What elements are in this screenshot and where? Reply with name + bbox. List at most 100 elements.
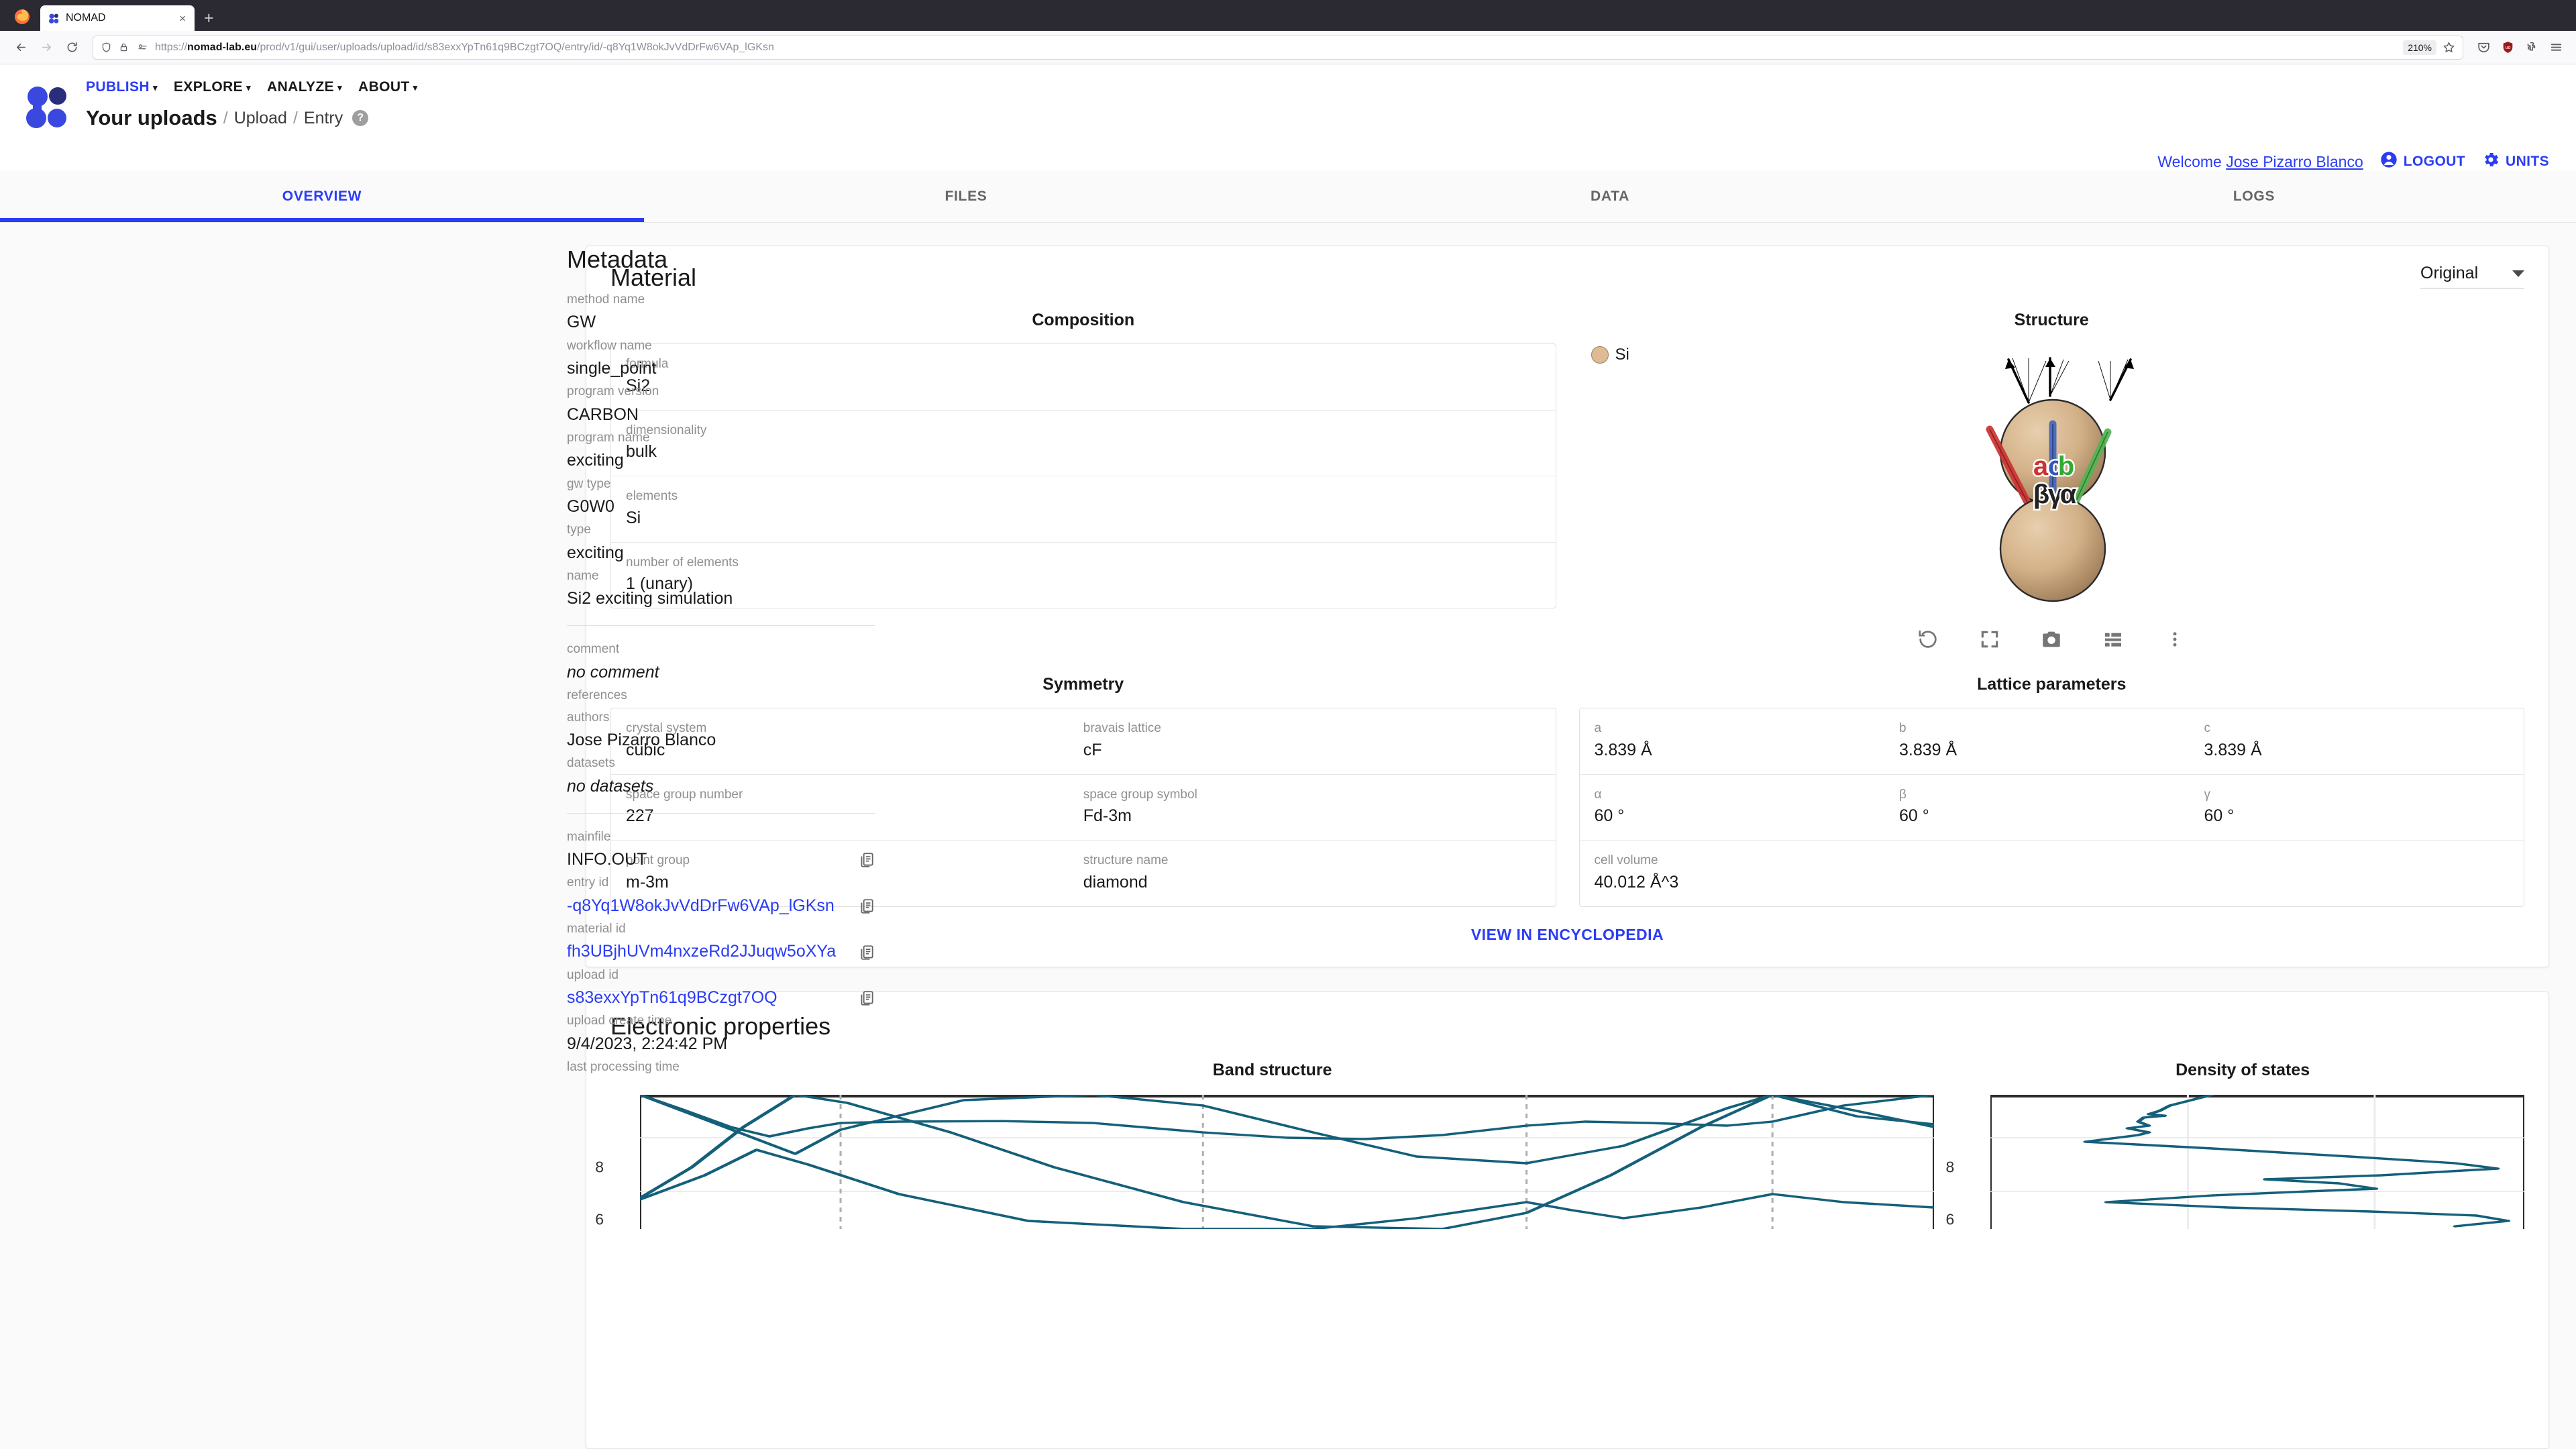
main-column: Material Original Composition formula Si… xyxy=(586,246,2549,1449)
copy-icon[interactable] xyxy=(858,851,875,869)
nav-item-about[interactable]: ABOUT ▾ xyxy=(358,79,418,95)
extensions-icon[interactable] xyxy=(2521,37,2542,58)
field-label: gw type xyxy=(567,476,611,491)
material-card: Material Original Composition formula Si… xyxy=(586,246,2549,967)
permissions-icon[interactable] xyxy=(137,42,149,54)
tab-strip: NOMAD × + xyxy=(0,0,2576,31)
fullscreen-icon[interactable] xyxy=(1977,627,2002,652)
shield-icon[interactable] xyxy=(101,42,113,54)
structure-view-select[interactable]: Original xyxy=(2420,264,2524,288)
cell-value: 3.839 Å xyxy=(1594,740,1652,759)
ublock-origin-icon[interactable]: uo xyxy=(2497,37,2518,58)
table-cell: β 60 ° xyxy=(1899,786,2204,828)
metadata-field: upload id s83exxYpTn61q9BCzgt7OQ xyxy=(567,965,875,1010)
list-icon[interactable] xyxy=(2100,627,2126,652)
tab-files[interactable]: FILES xyxy=(644,170,1288,222)
breadcrumb-item-upload[interactable]: Upload xyxy=(234,109,287,128)
cell-value: 3.839 Å xyxy=(2204,740,2262,759)
tab-logs[interactable]: LOGS xyxy=(1932,170,2576,222)
field-value: exciting xyxy=(567,451,624,470)
help-icon[interactable]: ? xyxy=(352,110,369,126)
y-tick-label: 6 xyxy=(1945,1210,1955,1228)
field-value[interactable]: -q8Yq1W8okJvVdDrFw6VAp_lGKsn xyxy=(567,894,835,918)
field-label: mainfile xyxy=(567,829,611,844)
chevron-down-icon: ▾ xyxy=(413,82,418,93)
close-icon[interactable]: × xyxy=(176,13,189,24)
electronic-properties-card: Electronic properties Band structure 8 6… xyxy=(586,991,2549,1449)
nav-item-publish[interactable]: PUBLISH ▾ xyxy=(86,79,158,95)
browser-tab[interactable]: NOMAD × xyxy=(40,5,195,31)
table-cell: bravais lattice cF xyxy=(1083,719,1541,762)
structure-viewer-toolbar xyxy=(1579,627,2525,652)
logout-button[interactable]: LOGOUT xyxy=(2379,150,2465,173)
entry-tabs: OVERVIEW FILES DATA LOGS xyxy=(0,170,2576,223)
nav-item-explore[interactable]: EXPLORE ▾ xyxy=(174,79,251,95)
view-in-encyclopedia-link[interactable]: VIEW IN ENCYCLOPEDIA xyxy=(1471,926,1664,944)
field-value[interactable]: fh3UBjhUVm4nxzeRd2JJuqw5oXYa xyxy=(567,939,836,963)
structure-panel: Structure Si a c b β γ α xyxy=(1579,311,2525,652)
app-menu-icon[interactable] xyxy=(2545,37,2567,58)
reset-icon[interactable] xyxy=(1915,627,1941,652)
tab-data[interactable]: DATA xyxy=(1288,170,1932,222)
user-name-link[interactable]: Jose Pizarro Blanco xyxy=(2226,153,2363,170)
band-structure-plot[interactable]: Band structure 8 6 xyxy=(595,1061,1935,1229)
copy-icon[interactable] xyxy=(858,989,875,1007)
metadata-field: type exciting xyxy=(567,520,875,565)
back-button[interactable] xyxy=(9,36,32,59)
app-header: PUBLISH ▾ EXPLORE ▾ ANALYZE ▾ ABOUT ▾ Yo… xyxy=(0,64,2576,170)
url-bar[interactable]: https://nomad-lab.eu/prod/v1/gui/user/up… xyxy=(93,35,2463,60)
table-row: a 3.839 Å b 3.839 Å c 3.839 Å xyxy=(1579,708,2524,775)
reload-button[interactable] xyxy=(60,36,83,59)
copy-icon[interactable] xyxy=(858,898,875,915)
tab-overview[interactable]: OVERVIEW xyxy=(0,170,644,222)
structure-viewer-canvas[interactable]: a c b β γ α xyxy=(1579,343,2525,625)
metadata-field: gw type G0W0 xyxy=(567,474,875,519)
cell-label: cell volume xyxy=(1594,853,1658,867)
new-tab-button[interactable]: + xyxy=(204,10,214,27)
structure-view-value: Original xyxy=(2420,264,2479,282)
more-vert-icon[interactable] xyxy=(2162,627,2188,652)
lock-icon[interactable] xyxy=(119,42,131,54)
lattice-panel: Lattice parameters a 3.839 Å b 3.839 Å c… xyxy=(1578,675,2524,907)
save-to-pocket-icon[interactable] xyxy=(2473,37,2494,58)
cell-value: diamond xyxy=(1083,872,1148,892)
field-label: datasets xyxy=(567,756,615,771)
field-value: no comment xyxy=(567,662,659,682)
page-title: Your uploads xyxy=(86,106,217,129)
table-cell: a 3.839 Å xyxy=(1595,719,1900,762)
url-text[interactable]: https://nomad-lab.eu/prod/v1/gui/user/up… xyxy=(155,42,2397,54)
units-button[interactable]: UNITS xyxy=(2481,150,2549,173)
structure-title: Structure xyxy=(2014,311,2089,329)
field-value: Si2 exciting simulation xyxy=(567,589,733,608)
nav-item-analyze[interactable]: ANALYZE ▾ xyxy=(267,79,342,95)
band-plot-area xyxy=(640,1094,1935,1229)
density-of-states-plot[interactable]: Density of states 8 6 xyxy=(1946,1061,2524,1229)
dos-plot-area xyxy=(1990,1094,2524,1229)
cell-value: 60 ° xyxy=(1899,806,1929,825)
band-structure-plot-box[interactable]: 8 6 xyxy=(595,1094,1935,1229)
breadcrumb-item-entry[interactable]: Entry xyxy=(304,109,343,128)
metadata-title: Metadata xyxy=(567,246,668,273)
field-label: last processing time xyxy=(567,1060,680,1074)
bookmark-star-icon[interactable] xyxy=(2443,41,2455,54)
field-value[interactable]: s83exxYpTn61q9BCzgt7OQ xyxy=(567,985,777,1010)
nomad-logo-icon[interactable] xyxy=(23,83,71,131)
metadata-field: datasets no datasets xyxy=(567,753,875,798)
zoom-level-badge[interactable]: 210% xyxy=(2403,40,2436,55)
field-label: program name xyxy=(567,430,650,445)
header-right: Welcome Jose Pizarro Blanco LOGOUT UNITS xyxy=(2157,150,2549,173)
table-cell: space group symbol Fd-3m xyxy=(1083,786,1541,828)
dos-plot-box[interactable]: 8 6 xyxy=(1946,1094,2524,1229)
header-left: PUBLISH ▾ EXPLORE ▾ ANALYZE ▾ ABOUT ▾ Yo… xyxy=(86,64,434,130)
table-cell: cell volume 40.012 Å^3 xyxy=(1595,851,2510,894)
active-tab-indicator xyxy=(0,218,644,222)
forward-button[interactable] xyxy=(35,36,58,59)
metadata-field: upload create time 9/4/2023, 2:24:42 PM xyxy=(567,1011,875,1056)
cell-label: α xyxy=(1594,787,1602,802)
table-cell: b 3.839 Å xyxy=(1899,719,2204,762)
field-label: material id xyxy=(567,922,626,936)
copy-icon[interactable] xyxy=(858,944,875,961)
nav-item-label: ABOUT xyxy=(358,79,410,95)
field-label: workflow name xyxy=(567,338,652,353)
camera-icon[interactable] xyxy=(2039,627,2064,652)
